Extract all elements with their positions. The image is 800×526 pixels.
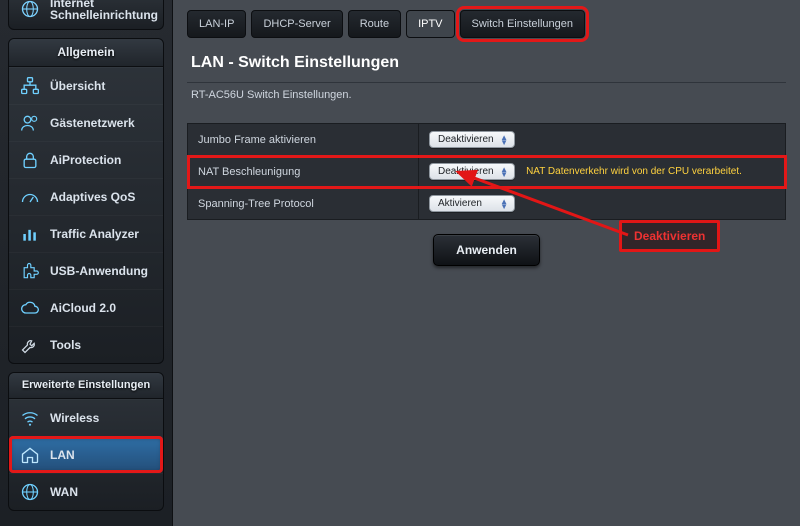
sidebar-item-traffic-analyzer[interactable]: Traffic Analyzer <box>9 215 163 252</box>
sidebar-item-tools[interactable]: Tools <box>9 326 163 363</box>
sidebar: Internet Schnelleinrichtung Allgemein Üb… <box>0 0 172 526</box>
updown-icon: ▲▼ <box>500 199 508 209</box>
sidebar-item-guestnet[interactable]: Gästenetzwerk <box>9 104 163 141</box>
gauge-icon <box>19 187 41 207</box>
sidebar-item-adaptive-qos[interactable]: Adaptives QoS <box>9 178 163 215</box>
sidebar-item-overview[interactable]: Übersicht <box>9 67 163 104</box>
home-icon <box>19 445 41 465</box>
puzzle-icon <box>19 261 41 281</box>
sidebar-item-label: LAN <box>50 448 75 462</box>
sidebar-item-aiprotection[interactable]: AiProtection <box>9 141 163 178</box>
sidebar-item-lan[interactable]: LAN <box>9 436 163 473</box>
row-value-cell: Deaktivieren ▲▼ <box>419 124 786 156</box>
updown-icon: ▲▼ <box>500 135 508 145</box>
row-value-cell: Deaktivieren ▲▼ NAT Datenverkehr wird vo… <box>419 156 786 188</box>
sidebar-quick-setup[interactable]: Internet Schnelleinrichtung <box>8 0 164 30</box>
wrench-icon <box>19 335 41 355</box>
sidebar-item-label: Übersicht <box>50 79 105 93</box>
sidebar-item-label: Adaptives QoS <box>50 190 135 204</box>
sidebar-item-label: USB-Anwendung <box>50 264 148 278</box>
sidebar-advanced-header: Erweiterte Einstellungen <box>9 373 163 399</box>
row-label: Spanning-Tree Protocol <box>188 188 419 220</box>
select-jumbo-frame[interactable]: Deaktivieren ▲▼ <box>429 131 515 148</box>
sidebar-item-label: Gästenetzwerk <box>50 116 135 130</box>
tab-dhcp-server[interactable]: DHCP-Server <box>251 10 342 38</box>
select-value: Deaktivieren <box>438 166 494 177</box>
tab-route[interactable]: Route <box>348 10 401 38</box>
network-map-icon <box>19 76 41 96</box>
tab-bar: LAN-IP DHCP-Server Route IPTV Switch Ein… <box>187 10 786 38</box>
row-value-cell: Aktivieren ▲▼ <box>419 188 786 220</box>
sidebar-quick-setup-label: Internet Schnelleinrichtung <box>50 0 158 21</box>
page-title: LAN - Switch Einstellungen <box>191 54 782 72</box>
tab-switch-settings[interactable]: Switch Einstellungen <box>460 10 586 38</box>
main-panel: LAN-IP DHCP-Server Route IPTV Switch Ein… <box>172 0 800 526</box>
apply-button[interactable]: Anwenden <box>433 234 540 266</box>
updown-icon: ▲▼ <box>500 167 508 177</box>
sidebar-item-wan[interactable]: WAN <box>9 473 163 510</box>
row-note: NAT Datenverkehr wird von der CPU verarb… <box>526 166 742 177</box>
row-label: NAT Beschleunigung <box>188 156 419 188</box>
row-label: Jumbo Frame aktivieren <box>188 124 419 156</box>
annotation-box: Deaktivieren <box>619 220 720 252</box>
sidebar-item-label: WAN <box>50 485 78 499</box>
sidebar-advanced-panel: Erweiterte Einstellungen Wireless LAN WA… <box>8 372 164 511</box>
wifi-icon <box>19 408 41 428</box>
sidebar-item-usb-app[interactable]: USB-Anwendung <box>9 252 163 289</box>
bars-icon <box>19 224 41 244</box>
select-nat-accel[interactable]: Deaktivieren ▲▼ <box>429 163 515 180</box>
tab-iptv[interactable]: IPTV <box>406 10 454 38</box>
select-value: Aktivieren <box>438 198 482 209</box>
row-nat-accel: NAT Beschleunigung Deaktivieren ▲▼ NAT D… <box>188 156 786 188</box>
row-spanning-tree: Spanning-Tree Protocol Aktivieren ▲▼ <box>188 188 786 220</box>
tab-lan-ip[interactable]: LAN-IP <box>187 10 246 38</box>
sidebar-general-header: Allgemein <box>9 39 163 67</box>
sidebar-item-aicloud[interactable]: AiCloud 2.0 <box>9 289 163 326</box>
sidebar-item-label: Traffic Analyzer <box>50 227 139 241</box>
sidebar-item-wireless[interactable]: Wireless <box>9 399 163 436</box>
lock-icon <box>19 150 41 170</box>
globe-icon <box>19 0 41 19</box>
cloud-icon <box>19 298 41 318</box>
page-subtitle: RT-AC56U Switch Einstellungen. <box>191 89 782 109</box>
select-spanning-tree[interactable]: Aktivieren ▲▼ <box>429 195 515 212</box>
sidebar-general-panel: Allgemein Übersicht Gästenetzwerk AiProt… <box>8 38 164 364</box>
settings-table: Jumbo Frame aktivieren Deaktivieren ▲▼ N… <box>187 123 786 220</box>
globe-icon <box>19 482 41 502</box>
row-jumbo-frame: Jumbo Frame aktivieren Deaktivieren ▲▼ <box>188 124 786 156</box>
divider <box>187 82 786 83</box>
users-icon <box>19 113 41 133</box>
sidebar-item-label: AiCloud 2.0 <box>50 301 116 315</box>
select-value: Deaktivieren <box>438 134 494 145</box>
sidebar-item-label: Wireless <box>50 411 99 425</box>
sidebar-item-label: AiProtection <box>50 153 121 167</box>
sidebar-item-label: Tools <box>50 338 81 352</box>
